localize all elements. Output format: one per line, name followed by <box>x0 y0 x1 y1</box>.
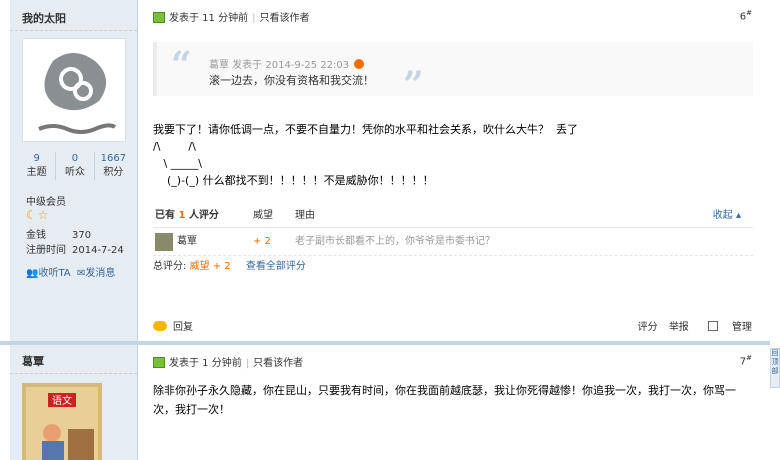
reply-icon <box>153 321 167 331</box>
post-actions: 评分 举报 管理 <box>630 318 752 333</box>
post-time: 发表于 1 分钟前 <box>169 358 242 369</box>
rating-reason: 老子副市长都看不上的，你爷爷是市委书记？ <box>295 236 495 247</box>
post-content: 发表于 11 分钟前 | 只看该作者 6# “ 葛覃 发表于 2014-9-25 2… <box>139 0 770 341</box>
rating-row: 葛覃 + 2 老子副市长都看不上的，你爷爷是市委书记？ <box>153 228 753 256</box>
post-header: 发表于 1 分钟前 | 只看该作者 7# <box>153 354 752 370</box>
separator: | <box>245 358 250 369</box>
divider <box>10 373 137 374</box>
member-level[interactable]: 中级会员 <box>26 193 66 208</box>
svg-text:语文: 语文 <box>52 394 72 407</box>
avatar[interactable] <box>22 38 126 142</box>
post-body: 除非你孙子永久隐藏，你在昆山，只要我有时间，你在我面前越底瑟，我让你死得越惨！你… <box>153 384 736 416</box>
manage-checkbox[interactable]: 管理 <box>700 321 752 333</box>
post-icon <box>153 12 165 23</box>
floor-number[interactable]: 7# <box>740 354 752 367</box>
post-body: 我要下了！请你低调一点，不要不自量力！凭你的水平和社会关系，吹什么大牛？ 丢了 /… <box>153 123 578 187</box>
avatar-logo-image <box>23 39 125 141</box>
user-stats: 9 主题 0 听众 1667 积分 <box>18 152 132 180</box>
author-name[interactable]: 葛覃 <box>22 353 44 369</box>
follow-link[interactable]: 收听TA <box>38 268 70 279</box>
checkbox-icon[interactable] <box>708 321 718 331</box>
rating-summary: 总评分: 威望 + 2 查看全部评分 <box>153 261 306 272</box>
quote-close-icon: ” <box>403 64 424 106</box>
post-header: 发表于 11 分钟前 | 只看该作者 6# <box>153 9 752 25</box>
chevron-up-icon: ▴ <box>735 210 741 221</box>
quote-meta: 葛覃 发表于 2014-9-25 22:03 <box>209 56 365 71</box>
rating-total: 威望 + 2 <box>189 261 231 272</box>
user-info: 金钱 370 注册时间 2014-7-24 <box>26 230 124 256</box>
rating-count: 已有 1 人评分 <box>155 210 219 221</box>
stat-points[interactable]: 1667 积分 <box>93 152 132 180</box>
reply-button[interactable]: 回复 <box>153 321 193 333</box>
follow-icon: 👥 <box>26 268 39 279</box>
post-7: 葛覃 语文 发表于 1 分钟前 | 只看该作者 7# 除非你孙子永久隐藏，你在昆山，… <box>0 341 770 460</box>
rater-name[interactable]: 葛覃 <box>177 228 197 256</box>
rating-header: 已有 1 人评分 威望 理由 收起 ▴ <box>153 204 753 228</box>
divider <box>10 30 137 31</box>
post-content: 发表于 1 分钟前 | 只看该作者 7# 除非你孙子永久隐藏，你在昆山，只要我有时间… <box>139 345 770 460</box>
rater-avatar[interactable] <box>155 233 173 251</box>
quote-block: “ 葛覃 发表于 2014-9-25 22:03 滚一边去，你没有资格和我交流！… <box>153 42 753 106</box>
post-time: 发表于 11 分钟前 <box>169 13 249 24</box>
floor-number[interactable]: 6# <box>740 9 752 22</box>
avatar[interactable]: 语文 <box>22 383 102 460</box>
message-link[interactable]: 发消息 <box>85 268 115 279</box>
user-actions: 👥收听TA ✉发消息 <box>26 264 115 279</box>
col-reason: 理由 <box>295 210 315 221</box>
author-sidebar: 葛覃 语文 <box>10 345 138 460</box>
separator: | <box>252 13 256 24</box>
stat-listeners[interactable]: 0 听众 <box>55 152 93 180</box>
quote-jump-icon[interactable] <box>354 59 365 69</box>
view-all-ratings-link[interactable]: 查看全部评分 <box>246 261 306 272</box>
rating-points: + 2 <box>253 236 271 247</box>
only-author-link[interactable]: 只看该作者 <box>259 13 309 24</box>
avatar-book-cover-image: 语文 <box>22 383 102 460</box>
post-footer: 回复 评分 举报 管理 <box>153 318 752 334</box>
stat-topics[interactable]: 9 主题 <box>18 152 55 180</box>
col-prestige: 威望 <box>253 210 273 221</box>
post-icon <box>153 357 165 368</box>
quote-text: 滚一边去，你没有资格和我交流！ <box>209 74 374 87</box>
moon-star-icon: ☾☆ <box>26 208 50 222</box>
rate-button[interactable]: 评分 <box>638 322 658 333</box>
author-name[interactable]: 我的太阳 <box>22 10 66 26</box>
back-to-top-button[interactable]: 回顶部 <box>770 348 780 388</box>
only-author-link[interactable]: 只看该作者 <box>253 358 303 369</box>
author-sidebar: 我的太阳 9 主题 0 听众 1667 积分 中级会员 ☾☆ 金钱 370 注册… <box>10 0 138 341</box>
report-button[interactable]: 举报 <box>669 322 689 333</box>
collapse-button[interactable]: 收起 ▴ <box>713 204 741 228</box>
post-6: 我的太阳 9 主题 0 听众 1667 积分 中级会员 ☾☆ 金钱 370 注册… <box>0 0 770 341</box>
rating-panel: 已有 1 人评分 威望 理由 收起 ▴ 葛覃 + 2 老子副市长都看不上的，你爷… <box>153 204 753 278</box>
quote-open-icon: “ <box>171 44 192 86</box>
